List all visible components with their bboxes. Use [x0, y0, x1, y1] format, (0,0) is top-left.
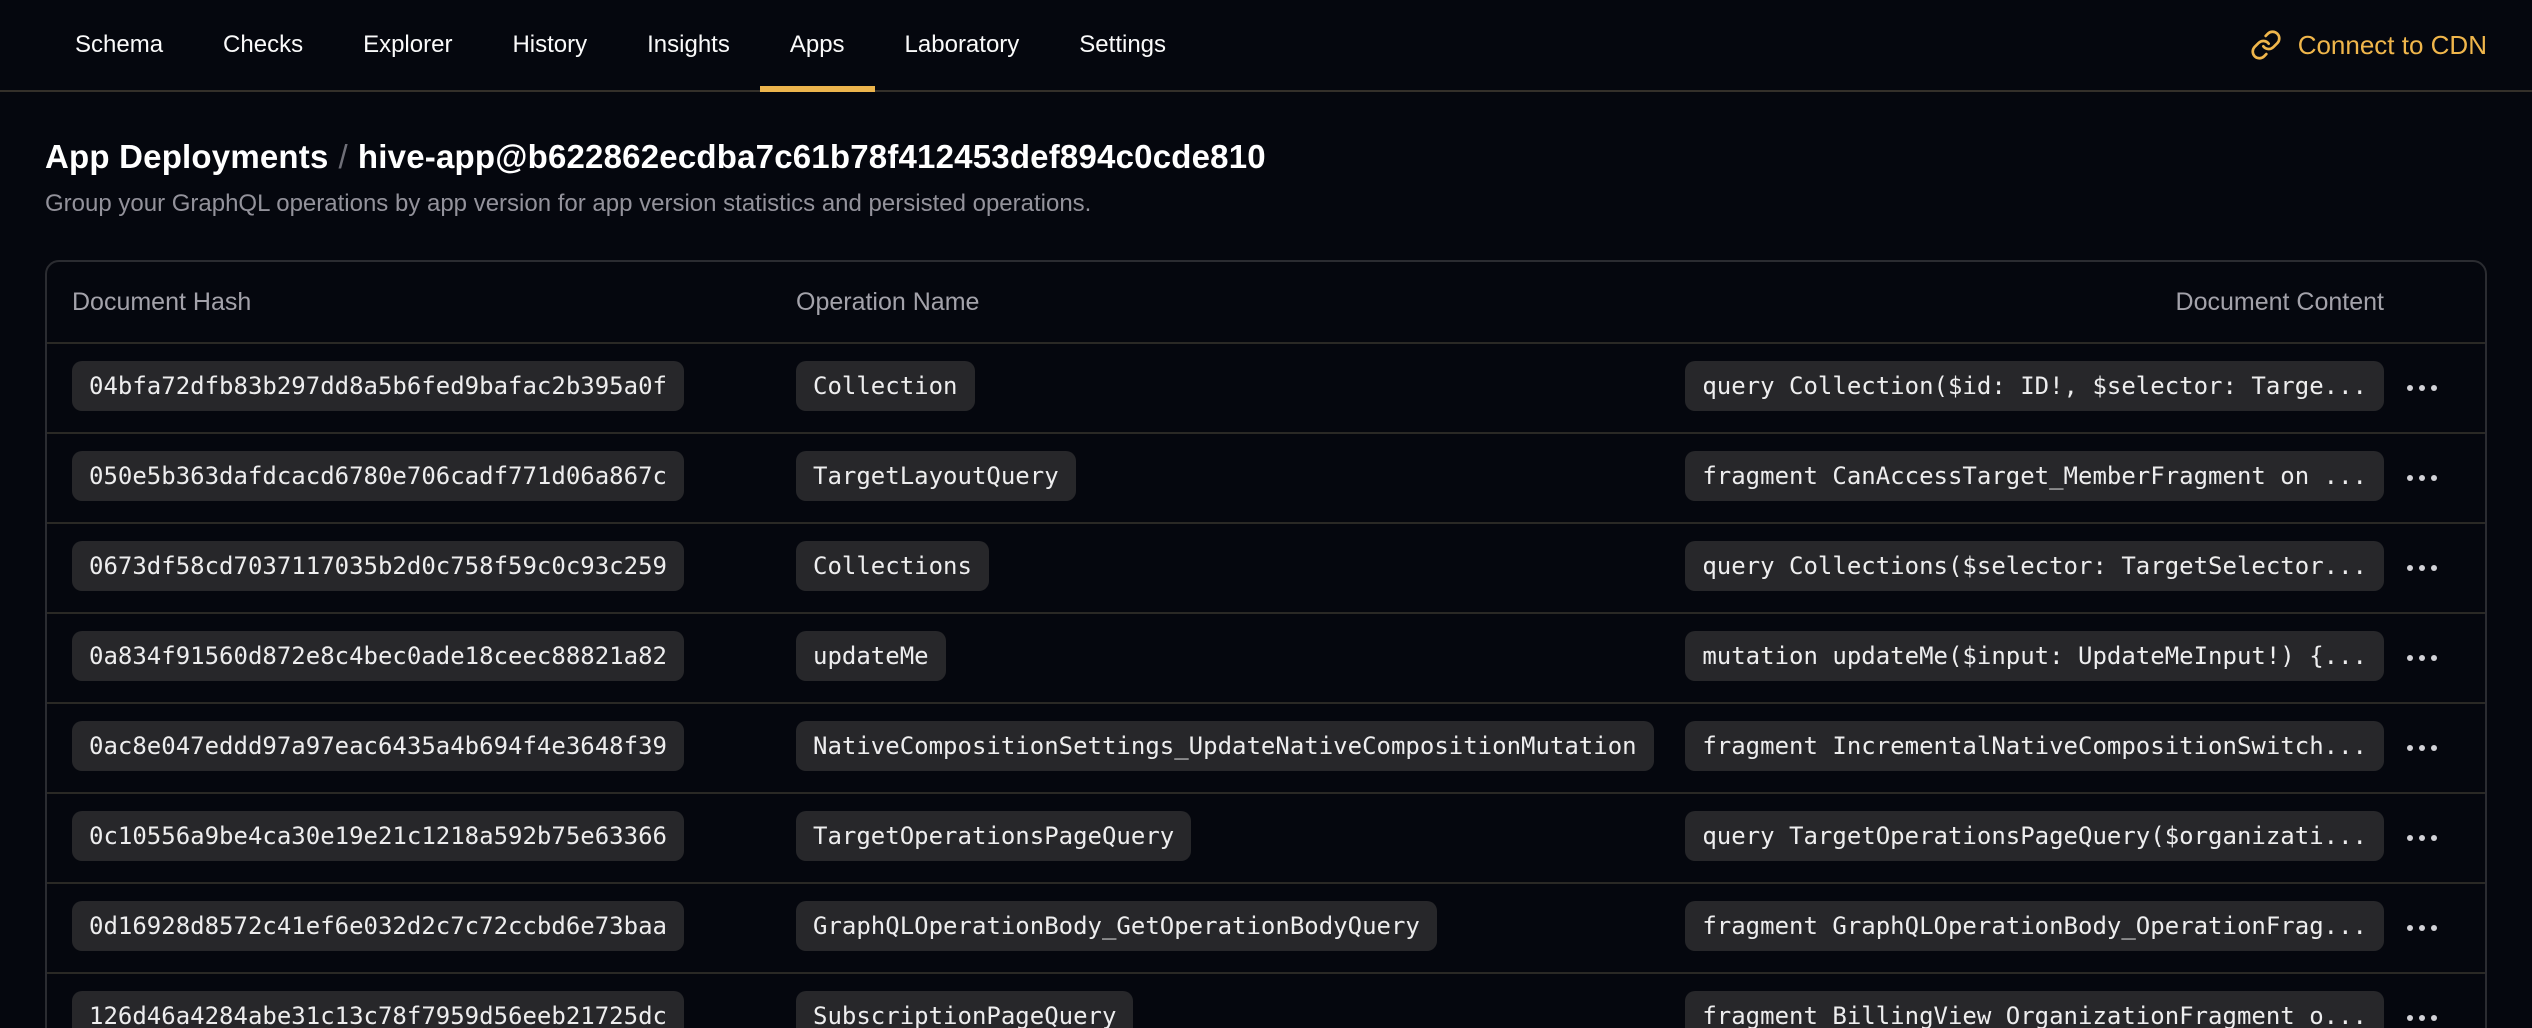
document-content-preview-badge: fragment CanAccessTarget_MemberFragment …: [1685, 451, 2384, 501]
column-header-document-content: Document Content: [1684, 288, 2384, 317]
ellipsis-icon[interactable]: [2397, 465, 2447, 491]
table-row: 050e5b363dafdcacd6780e706cadf771d06a867c…: [47, 432, 2485, 522]
document-content-preview-badge: query Collections($selector: TargetSelec…: [1685, 541, 2384, 591]
operation-name-badge: GraphQLOperationBody_GetOperationBodyQue…: [796, 901, 1437, 951]
document-hash-badge: 0c10556a9be4ca30e19e21c1218a592b75e63366: [72, 811, 684, 861]
top-nav: Schema Checks Explorer History Insights …: [0, 0, 2532, 92]
document-content-preview-badge: fragment IncrementalNativeCompositionSwi…: [1685, 721, 2384, 771]
ellipsis-icon[interactable]: [2397, 915, 2447, 941]
ellipsis-icon[interactable]: [2397, 825, 2447, 851]
ellipsis-icon[interactable]: [2397, 1005, 2447, 1028]
operation-name-badge: Collections: [796, 541, 989, 591]
operation-name-badge: updateMe: [796, 631, 946, 681]
document-hash-badge: 126d46a4284abe31c13c78f7959d56eeb21725dc: [72, 991, 684, 1028]
document-hash-badge: 0a834f91560d872e8c4bec0ade18ceec88821a82: [72, 631, 684, 681]
deployments-table: Document Hash Operation Name Document Co…: [45, 260, 2487, 1028]
table-row: 126d46a4284abe31c13c78f7959d56eeb21725dc…: [47, 972, 2485, 1028]
nav-tab-apps[interactable]: Apps: [760, 0, 875, 90]
nav-tab-insights[interactable]: Insights: [617, 0, 760, 90]
document-content-preview-badge: mutation updateMe($input: UpdateMeInput!…: [1685, 631, 2384, 681]
operation-name-badge: Collection: [796, 361, 975, 411]
document-hash-badge: 0673df58cd7037117035b2d0c758f59c0c93c259: [72, 541, 684, 591]
table-row: 0a834f91560d872e8c4bec0ade18ceec88821a82…: [47, 612, 2485, 702]
nav-tab-explorer[interactable]: Explorer: [333, 0, 482, 90]
document-content-preview-badge: query TargetOperationsPageQuery($organiz…: [1685, 811, 2384, 861]
document-hash-badge: 0ac8e047eddd97a97eac6435a4b694f4e3648f39: [72, 721, 684, 771]
nav-tabs: Schema Checks Explorer History Insights …: [45, 0, 1196, 90]
ellipsis-icon[interactable]: [2397, 735, 2447, 761]
table-row: 0ac8e047eddd97a97eac6435a4b694f4e3648f39…: [47, 702, 2485, 792]
ellipsis-icon[interactable]: [2397, 555, 2447, 581]
ellipsis-icon[interactable]: [2397, 645, 2447, 671]
table-row: 04bfa72dfb83b297dd8a5b6fed9bafac2b395a0f…: [47, 342, 2485, 432]
app-deployments-page: App Deployments/hive-app@b622862ecdba7c6…: [0, 138, 2532, 1028]
table-header-row: Document Hash Operation Name Document Co…: [47, 262, 2485, 342]
document-content-preview-badge: query Collection($id: ID!, $selector: Ta…: [1685, 361, 2384, 411]
link-icon: [2250, 29, 2282, 61]
operation-name-badge: TargetOperationsPageQuery: [796, 811, 1191, 861]
nav-tab-settings[interactable]: Settings: [1049, 0, 1196, 90]
nav-tab-schema[interactable]: Schema: [45, 0, 193, 90]
connect-to-cdn-button[interactable]: Connect to CDN: [2250, 0, 2487, 90]
operation-name-badge: NativeCompositionSettings_UpdateNativeCo…: [796, 721, 1654, 771]
connect-to-cdn-label: Connect to CDN: [2298, 30, 2487, 61]
document-content-preview-badge: fragment BillingView_OrganizationFragmen…: [1685, 991, 2384, 1028]
table-row: 0c10556a9be4ca30e19e21c1218a592b75e63366…: [47, 792, 2485, 882]
breadcrumb-app-deployments[interactable]: App Deployments: [45, 138, 329, 175]
page-title: App Deployments/hive-app@b622862ecdba7c6…: [45, 138, 2487, 176]
nav-tab-checks[interactable]: Checks: [193, 0, 333, 90]
document-hash-badge: 0d16928d8572c41ef6e032d2c7c72ccbd6e73baa: [72, 901, 684, 951]
column-header-document-hash: Document Hash: [72, 288, 796, 317]
operation-name-badge: SubscriptionPageQuery: [796, 991, 1133, 1028]
nav-tab-laboratory[interactable]: Laboratory: [875, 0, 1050, 90]
table-body: 04bfa72dfb83b297dd8a5b6fed9bafac2b395a0f…: [47, 342, 2485, 1028]
breadcrumb-separator: /: [329, 138, 358, 175]
breadcrumb-current-app: hive-app@b622862ecdba7c61b78f412453def89…: [358, 138, 1266, 175]
page-subtitle: Group your GraphQL operations by app ver…: [45, 190, 2487, 218]
operation-name-badge: TargetLayoutQuery: [796, 451, 1076, 501]
column-header-operation-name: Operation Name: [796, 288, 1684, 317]
table-row: 0673df58cd7037117035b2d0c758f59c0c93c259…: [47, 522, 2485, 612]
table-row: 0d16928d8572c41ef6e032d2c7c72ccbd6e73baa…: [47, 882, 2485, 972]
nav-tab-history[interactable]: History: [482, 0, 617, 90]
document-content-preview-badge: fragment GraphQLOperationBody_OperationF…: [1685, 901, 2384, 951]
ellipsis-icon[interactable]: [2397, 375, 2447, 401]
document-hash-badge: 050e5b363dafdcacd6780e706cadf771d06a867c: [72, 451, 684, 501]
document-hash-badge: 04bfa72dfb83b297dd8a5b6fed9bafac2b395a0f: [72, 361, 684, 411]
